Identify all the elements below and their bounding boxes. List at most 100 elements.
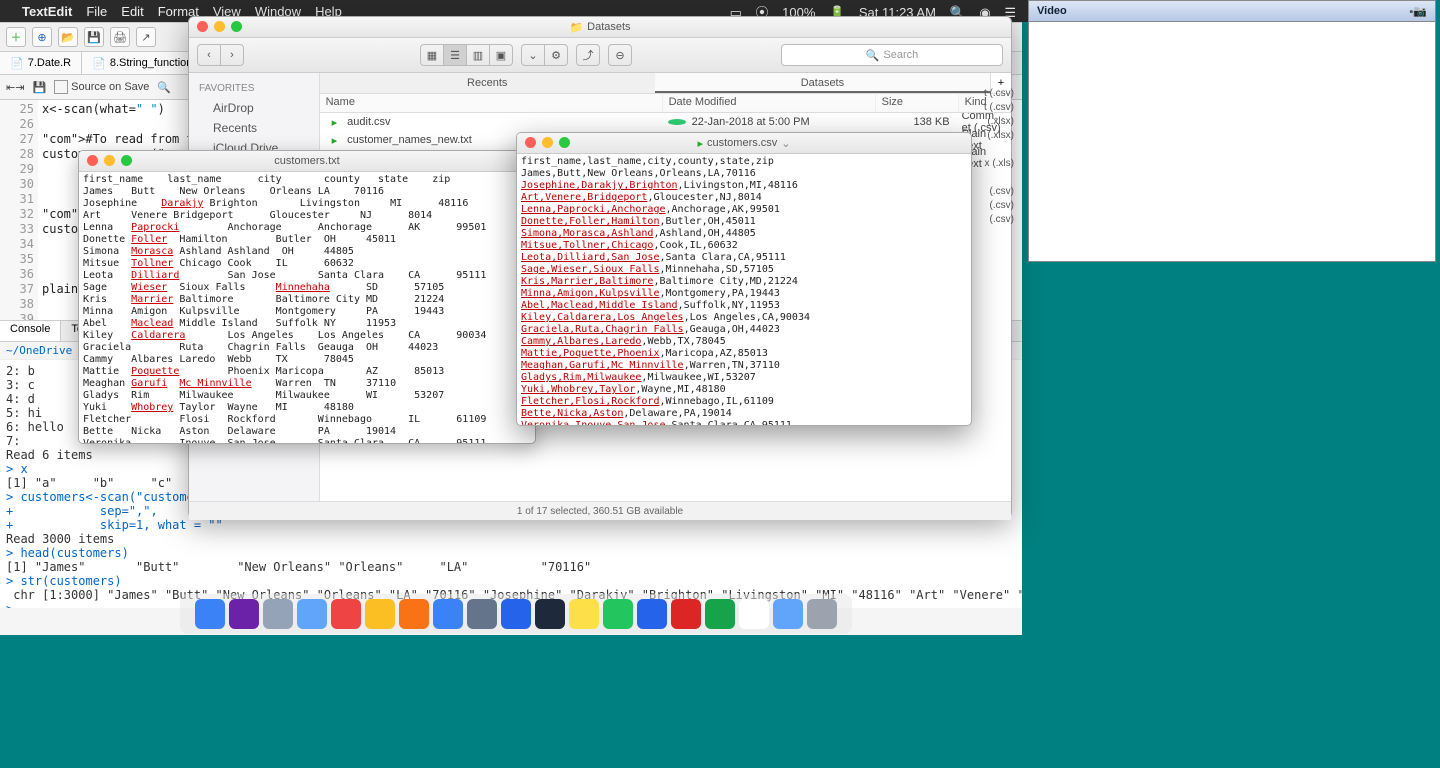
overflow-kind-column: t (.csv)t (.csv)(.xlsx)(.xlsx)x (.xls)(.… [970, 88, 1018, 228]
r-file-icon: 📄 [10, 57, 24, 70]
search-icon: 🔍 [866, 49, 880, 62]
dock-app-4[interactable] [331, 599, 361, 629]
dock-app-13[interactable] [637, 599, 667, 629]
macos-dock [180, 594, 852, 634]
open-file-button[interactable]: 📂 [58, 27, 78, 47]
forward-button[interactable]: › [221, 45, 243, 65]
finder-toolbar: ‹ › ▦ ☰ ▥ ▣ ⌄ ⚙ ⤴ ⊖ 🔍Search [189, 38, 1011, 73]
video-title: Video [1037, 5, 1067, 17]
column-view-button[interactable]: ▥ [467, 45, 490, 65]
dock-app-3[interactable] [297, 599, 327, 629]
gallery-view-button[interactable]: ▣ [490, 45, 512, 65]
finder-tabbar: Recents Datasets + [320, 73, 1011, 94]
dock-app-8[interactable] [467, 599, 497, 629]
zoom-button[interactable] [231, 21, 242, 32]
dock-app-10[interactable] [535, 599, 565, 629]
checkbox-label: Source on Save [71, 81, 149, 93]
dock-app-14[interactable] [671, 599, 701, 629]
tab-recents[interactable]: Recents [320, 73, 655, 93]
finder-title: Datasets [587, 21, 630, 33]
dock-app-17[interactable] [773, 599, 803, 629]
finder-status: 1 of 17 selected, 360.51 GB available [189, 501, 1011, 520]
share-button[interactable]: ⤴ [577, 45, 599, 65]
r-file-icon: 📄 [92, 57, 106, 70]
tab-console[interactable]: Console [0, 321, 61, 341]
zoom-button[interactable] [121, 155, 132, 166]
file-icon: ▸ [326, 134, 344, 147]
tab-datasets[interactable]: Datasets [655, 73, 990, 93]
back-button[interactable]: ‹ [198, 45, 221, 65]
dock-app-15[interactable] [705, 599, 735, 629]
folder-icon: 📁 [569, 21, 583, 34]
dock-app-16[interactable] [739, 599, 769, 629]
new-file-button[interactable]: ＋ [6, 27, 26, 47]
background [0, 634, 1440, 768]
minimize-button[interactable] [104, 155, 115, 166]
tab-7-date[interactable]: 📄 7.Date.R [0, 52, 82, 74]
csv-file-icon: ▸ [697, 137, 703, 150]
dock-app-7[interactable] [433, 599, 463, 629]
file-icon: ▸ [326, 116, 344, 129]
finder-search[interactable]: 🔍Search [781, 44, 1003, 66]
dock-app-12[interactable] [603, 599, 633, 629]
dock-app-11[interactable] [569, 599, 599, 629]
close-button[interactable] [87, 155, 98, 166]
col-size[interactable]: Size [876, 94, 959, 112]
dock-app-18[interactable] [807, 599, 837, 629]
dock-app-6[interactable] [399, 599, 429, 629]
dock-app-0[interactable] [195, 599, 225, 629]
tags-button[interactable]: ⊖ [609, 45, 631, 65]
goto-button[interactable]: ↗ [136, 27, 156, 47]
sidebar-recents[interactable]: Recents [189, 118, 319, 138]
video-titlebar[interactable]: Video ▪📷 [1029, 1, 1435, 22]
dock-app-2[interactable] [263, 599, 293, 629]
finder-titlebar[interactable]: 📁 Datasets [189, 17, 1011, 38]
menu-file[interactable]: File [86, 4, 107, 19]
textedit-titlebar[interactable]: customers.txt [79, 151, 535, 172]
sidebar-airdrop[interactable]: AirDrop [189, 98, 319, 118]
video-window[interactable]: Video ▪📷 [1028, 0, 1436, 262]
minimize-button[interactable] [214, 21, 225, 32]
traffic-lights [197, 21, 242, 32]
dock-app-9[interactable] [501, 599, 531, 629]
col-modified[interactable]: Date Modified [663, 94, 876, 112]
textedit-title: customers.csv [707, 137, 777, 149]
save-button[interactable]: 💾 [84, 27, 104, 47]
app-name[interactable]: TextEdit [22, 4, 72, 19]
camera-icon[interactable]: ▪📷 [1409, 5, 1427, 18]
tab-label: 7.Date.R [28, 57, 71, 69]
show-doc-button[interactable]: ⇤⇥ [6, 81, 24, 94]
icon-view-button[interactable]: ▦ [421, 45, 444, 65]
close-button[interactable] [525, 137, 536, 148]
dock-app-5[interactable] [365, 599, 395, 629]
view-mode: ▦ ☰ ▥ ▣ [420, 44, 513, 66]
close-button[interactable] [197, 21, 208, 32]
column-headers: Name Date Modified Size Kind [320, 94, 1011, 113]
textedit-customers-csv[interactable]: ▸ customers.csv ⌄ first_name,last_name,c… [516, 132, 972, 426]
textedit-titlebar[interactable]: ▸ customers.csv ⌄ [517, 133, 971, 154]
print-button[interactable]: 🖨 [110, 27, 130, 47]
source-on-save-checkbox[interactable]: Source on Save [54, 80, 149, 94]
menu-edit[interactable]: Edit [121, 4, 143, 19]
new-project-button[interactable]: ⊕ [32, 27, 52, 47]
line-numbers: 25 26 27 28 29 30 31 32 33 34 35 36 37 3… [0, 100, 38, 320]
nav-buttons: ‹ › [197, 44, 244, 66]
textedit-title: customers.txt [274, 155, 339, 167]
file-row[interactable]: ▸audit.csv22-Jan-2018 at 5:00 PM138 KBCo… [320, 113, 1011, 131]
csv-content[interactable]: first_name,last_name,city,county,state,z… [517, 154, 971, 426]
list-view-button[interactable]: ☰ [444, 45, 467, 65]
save-src-button[interactable]: 💾 [32, 81, 46, 94]
action-button[interactable]: ⚙ [545, 45, 567, 65]
minimize-button[interactable] [542, 137, 553, 148]
textedit-customers-txt[interactable]: customers.txt first_name last_name city … [78, 150, 536, 444]
arrange-button[interactable]: ⌄ [522, 45, 545, 65]
search-placeholder: Search [883, 49, 918, 61]
zoom-button[interactable] [559, 137, 570, 148]
col-name[interactable]: Name [320, 94, 663, 112]
sidebar-header: Favorites [189, 79, 319, 98]
group-arrange: ⌄ ⚙ [521, 44, 568, 66]
dock-app-1[interactable] [229, 599, 259, 629]
dropdown-icon[interactable]: ⌄ [781, 137, 790, 150]
find-button[interactable]: 🔍 [157, 81, 171, 94]
text-content[interactable]: first_name last_name city county state z… [79, 172, 535, 444]
